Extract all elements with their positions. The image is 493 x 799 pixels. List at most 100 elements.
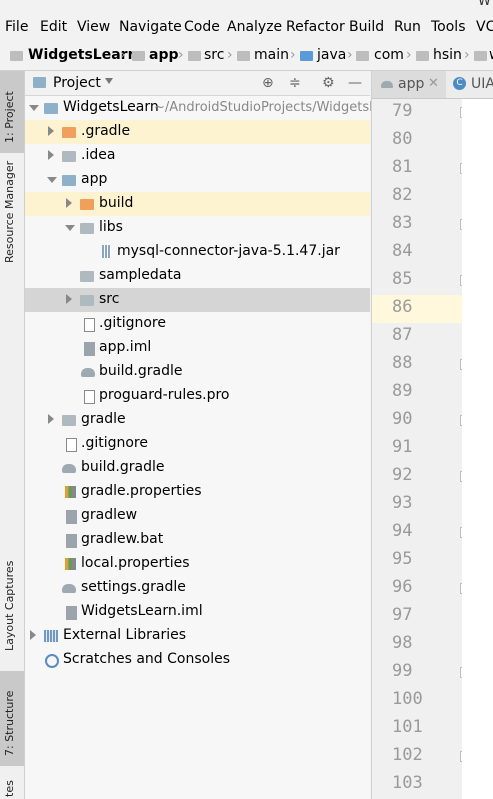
line-number: 89 [392,381,413,401]
expand-arrow-icon[interactable] [66,294,72,304]
menu-navigate[interactable]: Navigate [119,19,182,35]
tree-label: app [81,171,108,187]
line-number: 85 [392,269,413,289]
tree-row-src[interactable]: src [25,288,370,312]
tree-row-external-libraries[interactable]: External Libraries [25,624,370,648]
tab-project[interactable]: 1: Project [0,71,24,153]
tree-row-widgetslearn[interactable]: WidgetsLearn ~/AndroidStudioProjects/Wid… [25,96,384,120]
tree-row-proguard[interactable]: proguard-rules.pro [25,384,370,408]
tree-row-build-folder[interactable]: build [25,192,370,216]
expand-arrow-icon[interactable] [66,198,72,208]
expand-arrow-icon[interactable] [47,177,57,183]
gear-icon[interactable]: ⚙ [322,75,335,91]
line-number: 80 [392,129,413,149]
menu-edit[interactable]: Edit [40,19,67,35]
tree-row-gradle[interactable]: gradle [25,408,370,432]
tree-label: build [99,195,134,211]
line-number: 91 [392,437,413,457]
folder-icon [237,51,250,61]
tree-row-gradle-properties[interactable]: gradle.properties [25,480,370,504]
breadcrumb-hsin[interactable]: hsin [433,47,462,63]
menu-run[interactable]: Run [394,19,421,35]
tab-layout-captures[interactable]: Layout Captures [0,551,24,661]
menu-refactor[interactable]: Refactor [286,19,345,35]
menu-vcs[interactable]: VC [476,19,493,35]
expand-arrow-icon[interactable] [48,150,54,160]
tree-row-mysql-jar[interactable]: mysql-connector-java-5.1.47.jar [25,240,370,264]
hide-icon[interactable]: — [348,75,362,91]
tree-row-sampledata[interactable]: sampledata [25,264,370,288]
menu-file[interactable]: File [5,19,28,35]
menu-tools[interactable]: Tools [431,19,466,35]
chevron-right-icon: › [178,47,184,63]
breadcrumb-src[interactable]: src [204,47,224,63]
line-number: 90 [392,409,413,429]
line-number: 96 [392,577,413,597]
module-file-icon [66,606,77,620]
tree-label: mysql-connector-java-5.1.47.jar [117,243,340,259]
expand-arrow-icon[interactable] [48,414,54,424]
tree-row-app[interactable]: app [25,168,370,192]
folder-icon [80,271,94,282]
menu-code[interactable]: Code [184,19,220,35]
tree-row-gradlew-bat[interactable]: gradlew.bat [25,528,370,552]
tab-uia[interactable]: C UIA [447,71,493,98]
tree-label: gradlew [81,507,138,523]
breadcrumb-main[interactable]: main [254,47,289,63]
tab-bottom[interactable]: tes [0,771,24,799]
line-number: 94 [392,521,413,541]
tree-row-app-iml[interactable]: app.iml [25,336,370,360]
tree-row-libs[interactable]: libs [25,216,370,240]
class-icon: C [453,77,466,90]
chevron-right-icon: › [406,47,412,63]
menu-analyze[interactable]: Analyze [227,19,282,35]
line-number: 103 [392,773,423,793]
tree-row-local-properties[interactable]: local.properties [25,552,370,576]
tab-resource-manager[interactable]: Resource Manager [0,161,24,273]
expand-arrow-icon[interactable] [48,126,54,136]
collapse-all-icon[interactable]: ≑ [289,75,301,91]
tree-label: .gradle [81,123,131,139]
breadcrumb-java[interactable]: java [317,47,346,63]
breadcrumb-app[interactable]: app [149,47,179,63]
tree-row-widgetslearn-iml[interactable]: WidgetsLearn.iml [25,600,370,624]
tool-window-strip: 1: Project Resource Manager Layout Captu… [0,71,25,799]
tree-row-scratches[interactable]: Scratches and Consoles [25,648,370,672]
tab-structure[interactable]: 7: Structure [0,671,24,766]
tree-row-app-build-gradle[interactable]: build.gradle [25,360,370,384]
project-view-icon [33,77,46,88]
menu-view[interactable]: View [77,19,110,35]
folder-icon [62,415,76,426]
code-area[interactable] [462,99,493,799]
tree-label: WidgetsLearn.iml [81,603,203,619]
tree-row-root-build-gradle[interactable]: build.gradle [25,456,370,480]
tab-app[interactable]: app ✕ [372,71,446,98]
expand-arrow-icon[interactable] [30,630,36,640]
script-file-icon [66,534,77,548]
project-view-title[interactable]: Project [53,75,101,91]
tree-row-settings-gradle[interactable]: settings.gradle [25,576,370,600]
tree-row-gradlew[interactable]: gradlew [25,504,370,528]
close-icon[interactable]: ✕ [428,76,439,91]
tree-row-root-gitignore[interactable]: .gitignore [25,432,370,456]
properties-file-icon [65,558,76,570]
tree-label: build.gradle [99,363,183,379]
breadcrumb-w[interactable]: w [489,47,493,63]
gradle-icon [381,81,393,88]
expand-arrow-icon[interactable] [65,225,75,231]
module-folder-icon [132,51,145,61]
expand-arrow-icon[interactable] [29,105,39,111]
tree-row-idea[interactable]: .idea [25,144,370,168]
locate-icon[interactable]: ⊕ [262,75,274,91]
line-number: 83 [392,213,413,233]
menu-bar: File Edit View Navigate Code Analyze Ref… [0,14,493,42]
chevron-down-icon[interactable] [105,78,113,84]
menu-build[interactable]: Build [349,19,384,35]
tab-label: UIA [471,76,493,92]
chevron-right-icon: › [347,47,353,63]
tree-row-gradle-hidden[interactable]: .gradle [25,120,370,144]
tree-row-app-gitignore[interactable]: .gitignore [25,312,370,336]
source-folder-icon [300,51,313,61]
breadcrumb-com[interactable]: com [374,47,404,63]
line-number: 98 [392,633,413,653]
